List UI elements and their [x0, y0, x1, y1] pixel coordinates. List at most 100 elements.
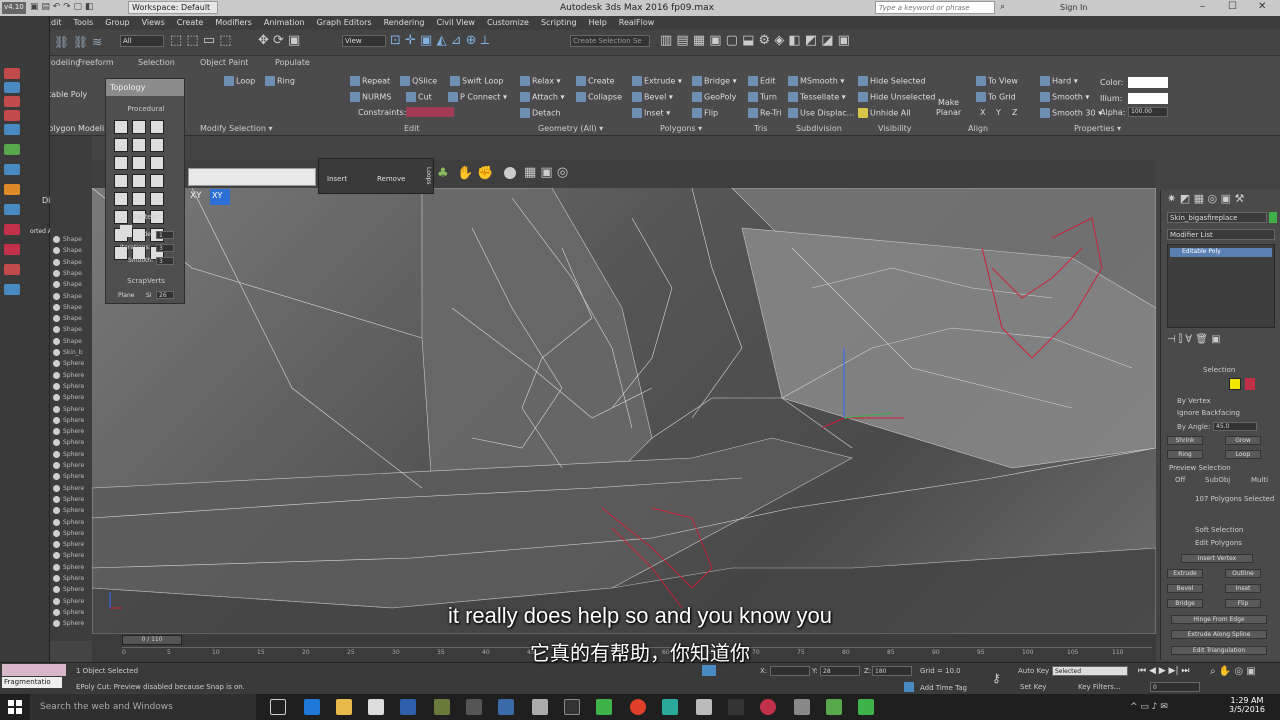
- sphere-icon[interactable]: [504, 167, 516, 179]
- navigation-icons[interactable]: ⌕ ✋ ◎ ▣: [1210, 666, 1256, 677]
- nurms-button[interactable]: NURMS: [350, 92, 391, 102]
- pattern-icon[interactable]: [132, 138, 146, 152]
- pattern-icon[interactable]: [150, 192, 164, 206]
- selected-set-dropdown[interactable]: Selected: [1052, 666, 1128, 676]
- pattern-icon[interactable]: [150, 156, 164, 170]
- reference-coordinate-dropdown[interactable]: View: [342, 35, 386, 47]
- system-clock[interactable]: 1:29 AM 3/5/2016: [1222, 696, 1272, 714]
- iterations-spinner[interactable]: 3: [156, 244, 174, 252]
- ring-button[interactable]: Ring: [1167, 450, 1203, 459]
- inset-button[interactable]: Inset: [1225, 584, 1261, 593]
- scene-list-item[interactable]: Sphere: [53, 541, 84, 549]
- paint-icons[interactable]: ✋ ✊: [457, 166, 494, 181]
- ignore-backfacing-checkbox[interactable]: Ignore Backfacing: [1177, 409, 1240, 417]
- scene-list-item[interactable]: Sphere: [53, 405, 84, 413]
- menu-civil-view[interactable]: Civil View: [430, 16, 481, 29]
- modifier-list-dropdown[interactable]: Modifier List: [1167, 229, 1275, 240]
- object-visibility-icon[interactable]: [53, 416, 60, 424]
- angle-spinner[interactable]: 45.0: [1213, 422, 1257, 431]
- object-visibility-icon[interactable]: [53, 529, 60, 537]
- cut-button[interactable]: Cut: [406, 92, 432, 102]
- object-visibility-icon[interactable]: [53, 326, 60, 334]
- si-spinner[interactable]: 26: [156, 291, 174, 299]
- scene-list-item[interactable]: Sphere: [53, 552, 84, 560]
- scene-list-item[interactable]: Sphere: [53, 495, 84, 503]
- scene-list-item[interactable]: Sphere: [53, 394, 84, 402]
- extrude-button[interactable]: Extrude ▾: [632, 76, 682, 86]
- maxscript-input[interactable]: Fragmentatio: [2, 677, 62, 688]
- pattern-icon[interactable]: [114, 156, 128, 170]
- loop-button[interactable]: Loop: [1225, 450, 1261, 459]
- tessellate-button[interactable]: Tessellate ▾: [788, 92, 846, 102]
- add-time-tag-button[interactable]: Add Time Tag: [920, 684, 967, 692]
- app-icon-7[interactable]: [760, 699, 776, 715]
- stack-tool-icons[interactable]: ⊣ ⫿ ∀ 🗑 ▣: [1167, 334, 1221, 345]
- repeat-button[interactable]: Repeat: [350, 76, 390, 86]
- scene-list-item[interactable]: Skin_b: [53, 349, 83, 356]
- pconnect-button[interactable]: P Connect ▾: [448, 92, 507, 102]
- set-key-button[interactable]: Set Key: [1020, 683, 1046, 691]
- collapse-button[interactable]: Collapse: [576, 92, 622, 102]
- snap-icons[interactable]: ⊡ ✛ ▣ ◭ ⊿ ⊕ ⟂: [390, 33, 489, 48]
- scene-list-item[interactable]: Sphere: [53, 428, 84, 436]
- smooth30-button[interactable]: Smooth 30 ▾: [1040, 108, 1102, 118]
- menu-modifiers[interactable]: Modifiers: [209, 16, 258, 29]
- object-visibility-icon[interactable]: [53, 315, 60, 323]
- by-vertex-checkbox[interactable]: By Vertex: [1177, 397, 1211, 405]
- object-visibility-icon[interactable]: [53, 563, 60, 571]
- edit-polygons-rollout[interactable]: Edit Polygons: [1195, 539, 1242, 547]
- hide-selected-button[interactable]: Hide Selected: [858, 76, 925, 86]
- selection-filter-dropdown[interactable]: All: [120, 35, 164, 47]
- object-visibility-icon[interactable]: [53, 507, 60, 515]
- scene-list-item[interactable]: Sphere: [53, 371, 84, 379]
- keyword-search-input[interactable]: Type a keyword or phrase: [875, 1, 995, 14]
- toolbar-icon-10[interactable]: [4, 224, 20, 235]
- object-visibility-icon[interactable]: [53, 349, 60, 356]
- polygon-modeling-label[interactable]: Polygon Modeli: [44, 124, 104, 133]
- unhide-all-button[interactable]: Unhide All: [858, 108, 911, 118]
- lock-selection-icon[interactable]: [702, 665, 716, 676]
- app-icon-5[interactable]: [696, 699, 712, 715]
- selection-rollout-header[interactable]: Selection: [1203, 366, 1235, 374]
- object-visibility-icon[interactable]: [53, 303, 60, 311]
- object-visibility-icon[interactable]: [53, 575, 60, 582]
- insert-loop-button[interactable]: Insert: [327, 175, 347, 183]
- scene-list-item[interactable]: Shape: [53, 247, 82, 255]
- app-icon-4[interactable]: [596, 699, 612, 715]
- qslice-button[interactable]: QSlice: [400, 76, 437, 86]
- axis-xy-label[interactable]: XY: [190, 191, 202, 201]
- object-visibility-icon[interactable]: [53, 405, 60, 413]
- menu-rendering[interactable]: Rendering: [378, 16, 431, 29]
- preview-multi-radio[interactable]: Multi: [1251, 476, 1268, 484]
- by-angle-checkbox[interactable]: By Angle:: [1177, 423, 1210, 431]
- command-panel-tab-icons[interactable]: ✷ ◩ ▦ ◎ ▣ ⚒: [1167, 192, 1244, 205]
- pattern-icon[interactable]: [114, 174, 128, 188]
- x-coord-field[interactable]: [770, 666, 810, 676]
- stack-item-editable-poly[interactable]: Editable Poly: [1170, 248, 1272, 257]
- relax-button[interactable]: Relax ▾: [520, 76, 561, 86]
- key-mode-icon[interactable]: ⚷: [992, 671, 1001, 685]
- loop-button[interactable]: Loop: [224, 76, 255, 86]
- object-visibility-icon[interactable]: [53, 337, 60, 345]
- toolbar-icon-7[interactable]: [4, 164, 20, 175]
- align-z-button[interactable]: Z: [1012, 108, 1017, 117]
- object-visibility-icon[interactable]: [53, 258, 60, 266]
- playback-controls[interactable]: ⏮ ◀ ▶ ▶| ⏭: [1138, 666, 1189, 676]
- menu-realflow[interactable]: RealFlow: [613, 16, 661, 29]
- scene-list-item[interactable]: Sphere: [53, 507, 84, 515]
- object-visibility-icon[interactable]: [53, 462, 60, 469]
- bridge-button[interactable]: Bridge ▾: [692, 76, 737, 86]
- y-coord-field[interactable]: 28: [820, 666, 860, 676]
- scene-list-item[interactable]: Shape: [53, 292, 82, 300]
- tab-populate[interactable]: Populate: [275, 58, 310, 67]
- object-visibility-icon[interactable]: [53, 292, 60, 300]
- scene-list-item[interactable]: Sphere: [53, 360, 84, 368]
- edit-tri-button[interactable]: Edit: [748, 76, 776, 86]
- transform-icons[interactable]: ✥ ⟳ ▣: [258, 33, 300, 48]
- geopoly-button[interactable]: GeoPoly: [692, 92, 736, 102]
- maximize-button[interactable]: ☐: [1228, 1, 1237, 12]
- toolbar-icon-11[interactable]: [4, 244, 20, 255]
- object-visibility-icon[interactable]: [53, 495, 60, 503]
- scene-list-item[interactable]: Sphere: [53, 529, 84, 537]
- toolbar-icon-8[interactable]: [4, 184, 20, 195]
